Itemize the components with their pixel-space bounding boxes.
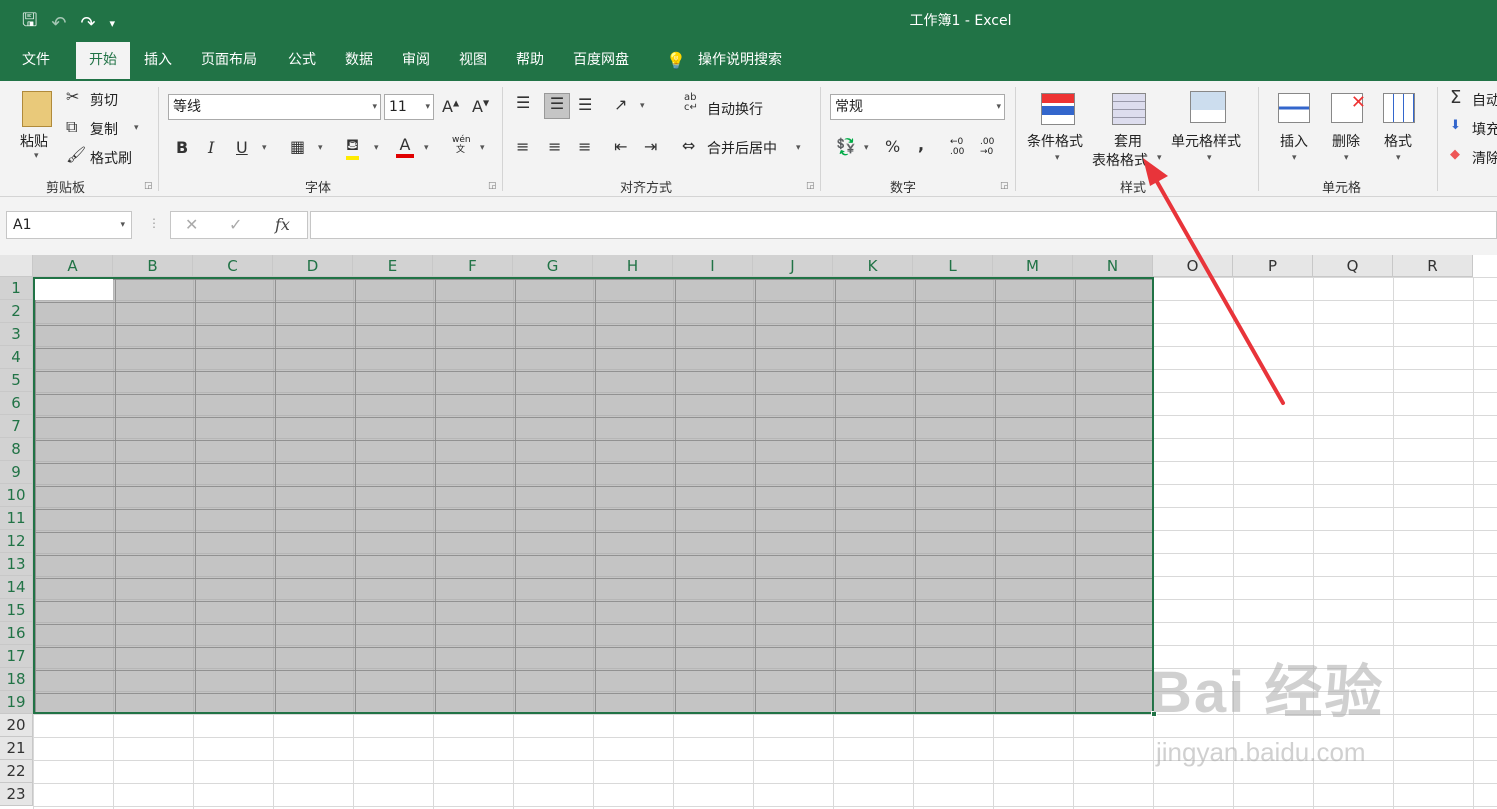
watermark-brand: Bai 经验	[1150, 660, 1385, 725]
baidu-watermark: Bai 经验 jingyan.baidu.com	[1150, 645, 1450, 785]
watermark-url: jingyan.baidu.com	[1156, 737, 1366, 767]
